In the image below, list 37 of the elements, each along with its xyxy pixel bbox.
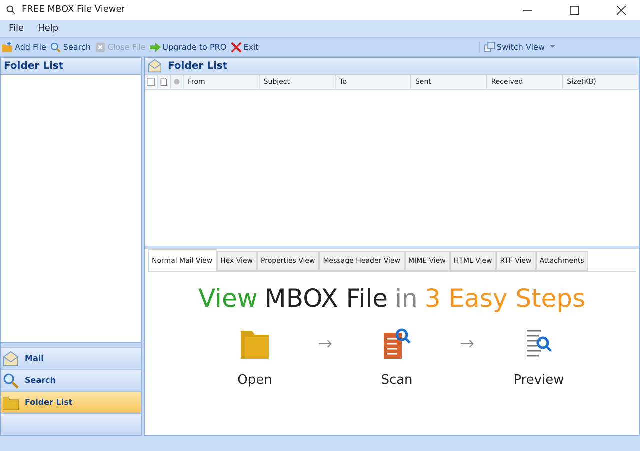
caret-icon <box>550 45 556 49</box>
headline: View MBOX File in 3 Easy Steps <box>198 284 586 313</box>
windows-icon <box>484 42 496 52</box>
envelope-icon <box>3 350 19 366</box>
step-label: Preview <box>514 373 564 388</box>
close-file-icon <box>94 42 106 52</box>
document-magnifier-icon <box>382 327 412 361</box>
arrow-icon <box>319 339 333 349</box>
panel-header: Folder List <box>1 58 141 74</box>
close-icon[interactable] <box>617 6 626 14</box>
maximize-icon[interactable] <box>570 6 579 14</box>
magnifier-icon <box>3 372 19 388</box>
menu-item[interactable]: Help <box>38 24 59 34</box>
arrow-icon <box>461 339 475 349</box>
arrow-icon <box>150 42 161 52</box>
toolbar-button[interactable]: Search <box>48 42 93 52</box>
nav-item[interactable]: Search <box>1 369 141 391</box>
menu-item[interactable]: File <box>9 24 24 34</box>
panel-header: Folder List <box>168 60 228 72</box>
step-label: Open <box>238 373 272 388</box>
nav-item[interactable]: Mail <box>1 347 141 369</box>
x-icon <box>230 42 242 52</box>
document-icon <box>160 78 168 86</box>
step-label: Scan <box>381 373 413 388</box>
checkbox-icon <box>147 78 155 86</box>
window-title: FREE MBOX File Viewer <box>22 5 126 15</box>
toolbar-button[interactable]: Upgrade to PRO <box>148 42 229 52</box>
splitter-handle[interactable] <box>1 343 141 347</box>
nav-item[interactable]: Folder List <box>1 391 141 413</box>
folder-icon <box>3 394 19 410</box>
folder-icon <box>2 42 13 52</box>
switch-view-button[interactable]: Switch View <box>479 42 558 52</box>
magnifier-icon <box>50 42 62 52</box>
envelope-icon <box>148 59 162 73</box>
toolbar-button[interactable]: Exit <box>228 42 261 52</box>
search-icon <box>6 5 16 15</box>
toolbar-button[interactable]: Add File <box>0 42 48 52</box>
